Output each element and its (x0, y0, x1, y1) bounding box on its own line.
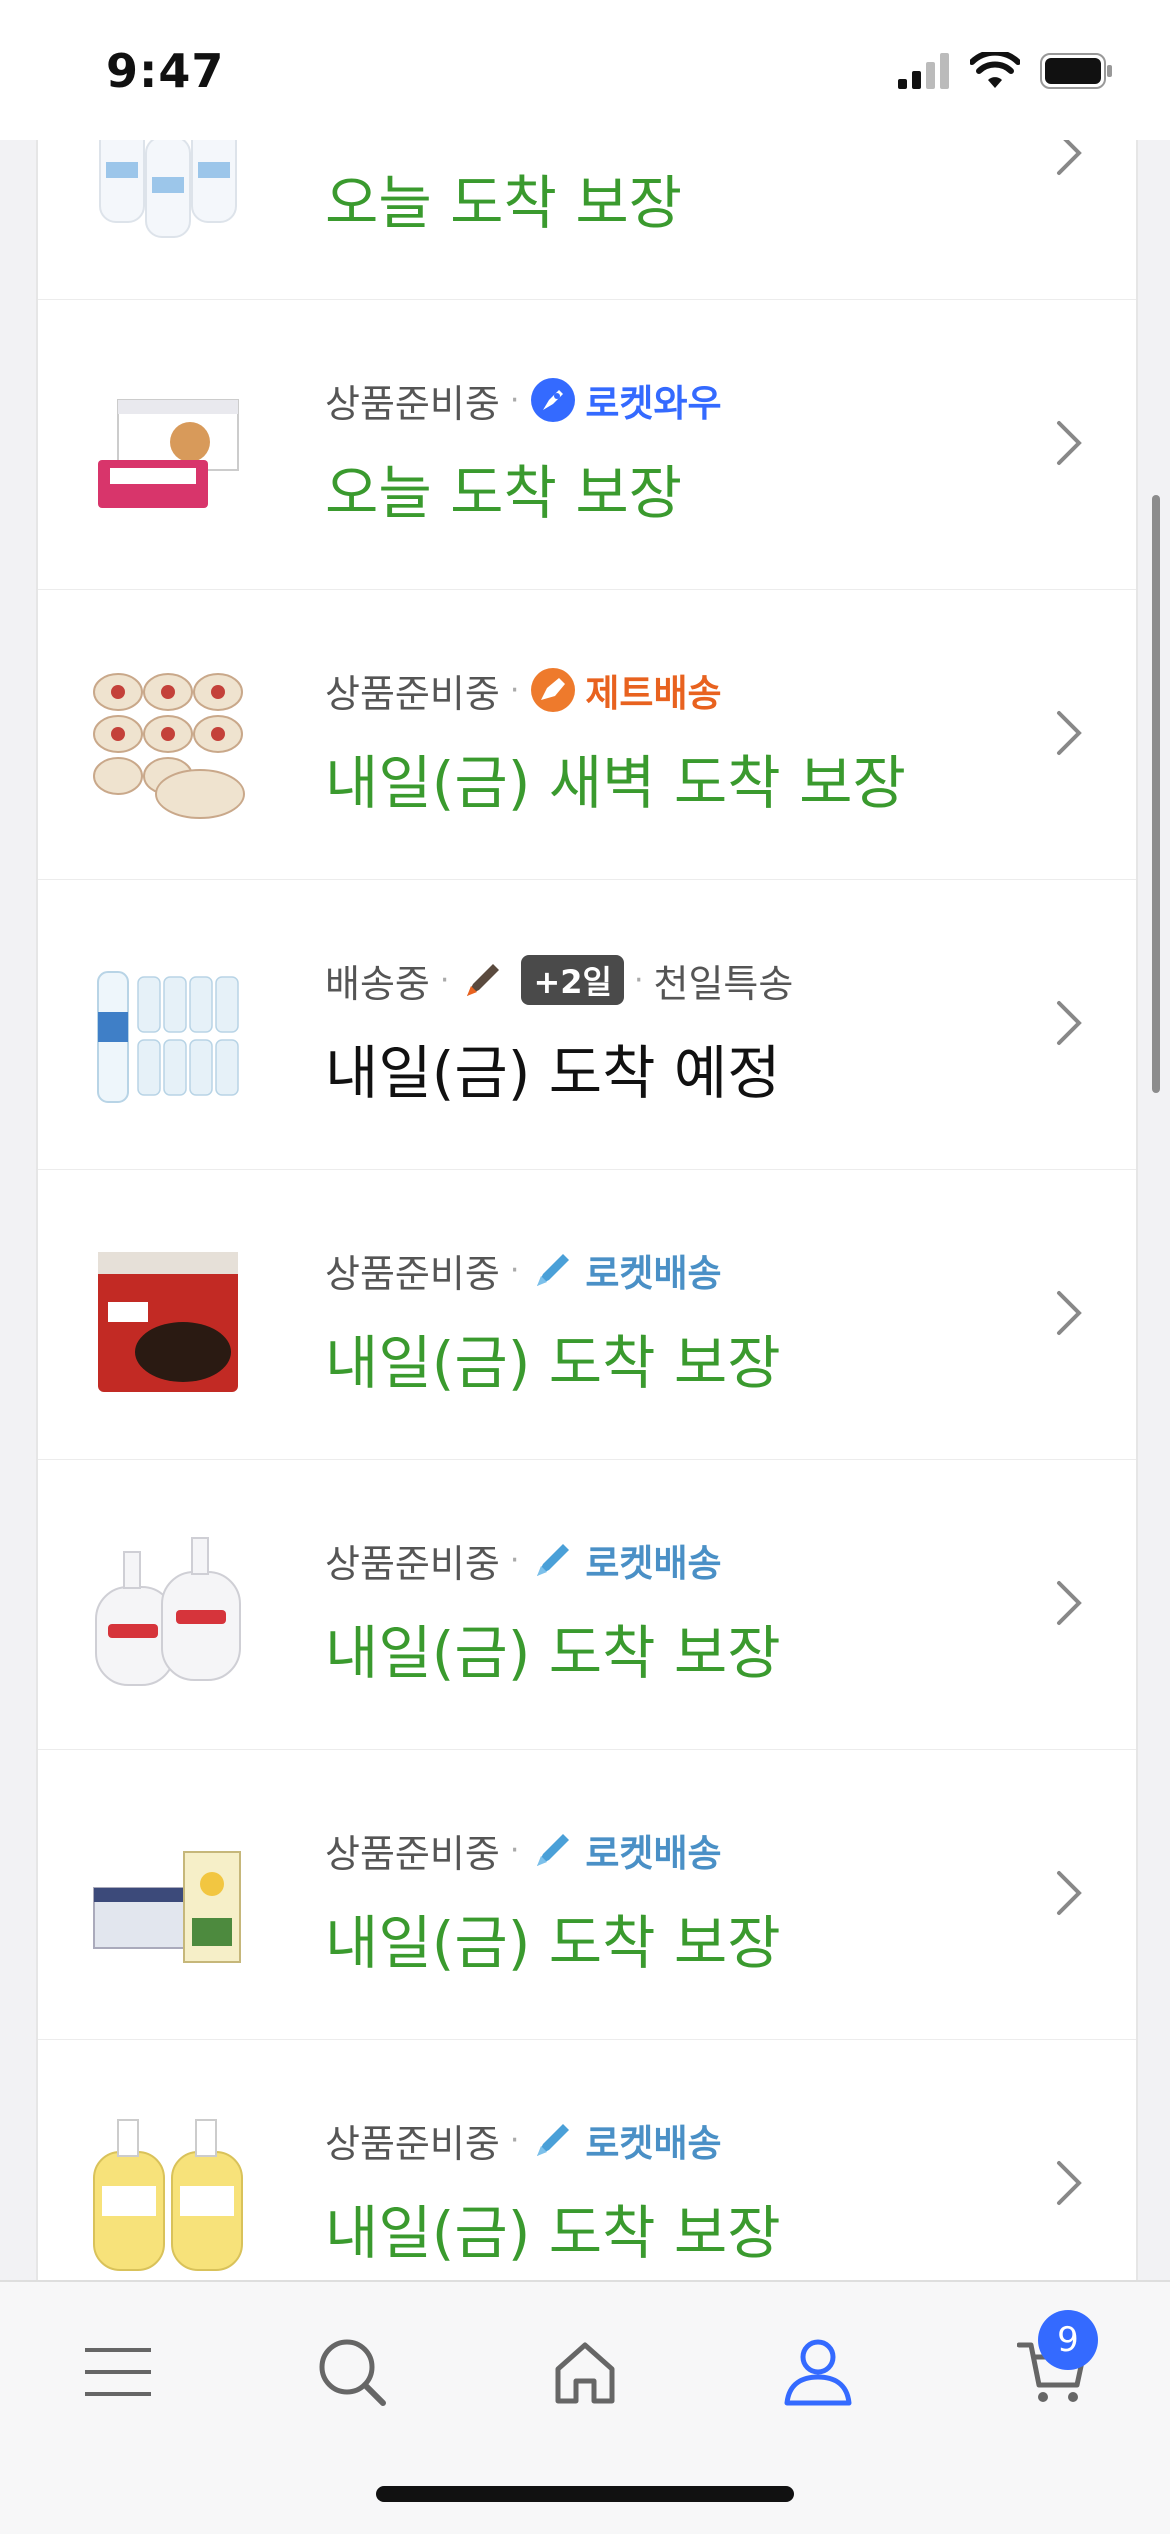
order-info: 상품준비중 · 로켓배송 내일(금) 도착 보장 (325, 1822, 1016, 1980)
order-status: 상품준비중 (325, 1831, 500, 1876)
badge-label: 로켓배송 (585, 1832, 722, 1875)
bottles-icon (99, 140, 237, 238)
order-row[interactable]: 배송중 · +2일 · 천일특송 내일(금) 도착 예정 (38, 880, 1136, 1172)
soymilk-box-icon (93, 1851, 241, 1963)
badge-label: 로켓배송 (585, 1252, 722, 1295)
order-info: 상품준비중 · 로켓와우 오늘 도착 보장 (325, 372, 1016, 530)
carrier-label: 천일특송 (653, 961, 794, 1006)
order-list: 오늘 도착 보장 상품준비중 · 로켓와우 오늘 도착 보장 상품준비중 · 제… (36, 140, 1138, 2280)
delivery-text: 내일(금) 도착 예정 (325, 1039, 781, 1107)
order-row[interactable]: 상품준비중 · 로켓배송 내일(금) 도착 보장 (38, 1170, 1136, 1462)
order-info: 상품준비중 · 로켓배송 내일(금) 도착 보장 (325, 2112, 1016, 2270)
rocket-wow-icon (531, 378, 576, 422)
chevron-right-icon[interactable] (1054, 418, 1084, 468)
order-status: 상품준비중 (325, 381, 500, 426)
my-account-icon (784, 2339, 852, 2406)
chevron-right-icon[interactable] (1054, 140, 1084, 178)
badge-label: 로켓배송 (585, 2122, 722, 2165)
delivery-text: 내일(금) 도착 보장 (325, 1329, 781, 1397)
order-status: 상품준비중 (325, 671, 500, 716)
box-pack-icon (98, 399, 239, 508)
order-row[interactable]: 상품준비중 · 로켓배송 내일(금) 도착 보장 (38, 1460, 1136, 1752)
battery-icon (1040, 53, 1112, 89)
chevron-right-icon[interactable] (1054, 2158, 1084, 2208)
badge-label: 로켓배송 (585, 1542, 722, 1585)
badge-label: 로켓와우 (585, 382, 722, 425)
search-icon (319, 2339, 386, 2406)
separator-dot: · (509, 1542, 520, 1578)
scrollbar[interactable] (1152, 495, 1160, 1093)
yellow-soap-icon (93, 2119, 243, 2271)
order-status: 상품준비중 (325, 1251, 500, 1296)
order-meta: 상품준비중 · 로켓배송 (325, 1532, 1016, 1588)
separator-dot: · (439, 962, 450, 998)
order-meta: 상품준비중 · 로켓배송 (325, 2112, 1016, 2168)
chevron-right-icon[interactable] (1054, 1868, 1084, 1918)
noodle-pack-icon (98, 1252, 238, 1392)
separator-dot: · (509, 1832, 520, 1868)
order-status: 배송중 (325, 961, 430, 1006)
badge-label: 제트배송 (585, 672, 722, 715)
hand-soap-icon (95, 1537, 241, 1686)
chevron-right-icon[interactable] (1054, 708, 1084, 758)
separator-dot: · (509, 382, 520, 418)
order-meta: 상품준비중 · 로켓와우 (325, 372, 1016, 428)
rice-bowls-icon (93, 673, 245, 819)
order-meta: 상품준비중 · 로켓배송 (325, 1822, 1016, 1878)
rocket-delivery-icon (537, 2124, 570, 2156)
order-info: 오늘 도착 보장 (325, 140, 1016, 240)
delivery-text: 내일(금) 도착 보장 (325, 1619, 781, 1687)
order-info: 배송중 · +2일 · 천일특송 내일(금) 도착 예정 (325, 952, 1016, 1110)
delivery-text: 오늘 도착 보장 (325, 459, 683, 527)
rocket-delivery-icon (537, 1254, 570, 1286)
rocket-delivery-icon (537, 1834, 570, 1866)
order-row[interactable]: 상품준비중 · 제트배송 내일(금) 새벽 도착 보장 (38, 590, 1136, 882)
order-row[interactable]: 상품준비중 · 로켓배송 내일(금) 도착 보장 (38, 2040, 1136, 2280)
status-bar: 9:47 (0, 0, 1170, 140)
nav-search[interactable] (302, 2322, 402, 2422)
order-info: 상품준비중 · 제트배송 내일(금) 새벽 도착 보장 (325, 662, 1016, 820)
delivery-text: 내일(금) 새벽 도착 보장 (325, 749, 906, 817)
water-bottles-icon (97, 971, 239, 1103)
separator-dot: · (509, 1252, 520, 1288)
wifi-icon (970, 52, 1020, 88)
cart-count-badge: 9 (1038, 2310, 1098, 2370)
home-indicator (376, 2486, 794, 2502)
separator-dot: · (509, 672, 520, 708)
rocket-icon (467, 964, 500, 996)
chevron-right-icon[interactable] (1054, 998, 1084, 1048)
order-info: 상품준비중 · 로켓배송 내일(금) 도착 보장 (325, 1242, 1016, 1400)
status-time: 9:47 (106, 44, 225, 98)
delivery-text: 내일(금) 도착 보장 (325, 1909, 781, 1977)
chevron-right-icon[interactable] (1054, 1578, 1084, 1628)
order-meta: 배송중 · +2일 · 천일특송 (325, 952, 1016, 1008)
plus-days-badge: +2일 (521, 955, 624, 1005)
order-status: 상품준비중 (325, 1541, 500, 1586)
separator-dot: · (633, 962, 644, 998)
nav-my-account[interactable] (768, 2322, 868, 2422)
nav-cart[interactable]: 9 (1002, 2310, 1102, 2422)
order-info: 상품준비중 · 로켓배송 내일(금) 도착 보장 (325, 1532, 1016, 1690)
rocket-delivery-icon (537, 1544, 570, 1576)
delivery-text: 오늘 도착 보장 (325, 169, 683, 237)
separator-dot: · (509, 2122, 520, 2158)
status-icons (898, 52, 1114, 90)
order-meta: 상품준비중 · 로켓배송 (325, 1242, 1016, 1298)
order-row[interactable]: 상품준비중 · 로켓와우 오늘 도착 보장 (38, 300, 1136, 592)
jet-delivery-icon (531, 668, 576, 712)
home-icon (555, 2342, 615, 2404)
nav-home[interactable] (535, 2322, 635, 2422)
order-row[interactable]: 오늘 도착 보장 (38, 140, 1136, 302)
signal-icon (898, 53, 949, 89)
nav-menu[interactable] (68, 2322, 168, 2422)
order-meta: 상품준비중 · 제트배송 (325, 662, 1016, 718)
order-row[interactable]: 상품준비중 · 로켓배송 내일(금) 도착 보장 (38, 1750, 1136, 2042)
delivery-text: 내일(금) 도착 보장 (325, 2199, 781, 2267)
menu-icon (85, 2348, 151, 2396)
order-status: 상품준비중 (325, 2121, 500, 2166)
chevron-right-icon[interactable] (1054, 1288, 1084, 1338)
